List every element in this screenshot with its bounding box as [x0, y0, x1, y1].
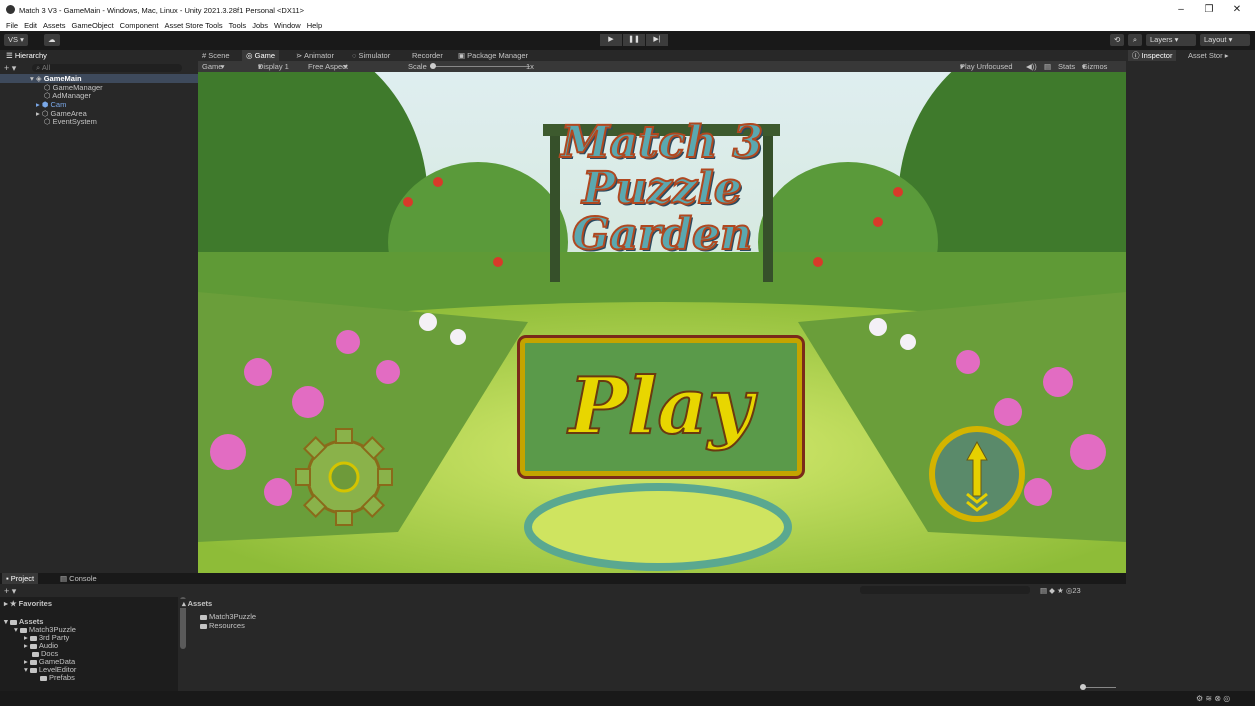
tab-recorder[interactable]: Recorder — [408, 50, 447, 61]
create-icon[interactable]: + ▾ — [4, 586, 16, 597]
game-toolbar: Game ▾ Display 1 ▾ Free Aspect ▾ Scale 1… — [198, 61, 1126, 72]
unity-logo-icon — [6, 5, 15, 14]
menu-edit[interactable]: Edit — [24, 20, 37, 31]
bottom-tab-bar: ▪ Project ▤ Console — [0, 573, 1126, 584]
title-line-2: Puzzle — [581, 163, 743, 214]
tab-asset-store[interactable]: Asset Stor ▸ — [1184, 50, 1232, 61]
add-icon[interactable]: + ▾ — [4, 63, 16, 74]
project-breadcrumb[interactable]: ▴ Assets — [178, 599, 1126, 608]
inspector-tab-bar: ⓘ Inspector Asset Stor ▸ — [1126, 50, 1255, 61]
tab-hierarchy[interactable]: ☰ Hierarchy — [2, 50, 51, 61]
stats-icon[interactable]: ▤ — [1044, 61, 1051, 72]
status-bar: ⚙ ≋ ⊗ ◎ — [0, 691, 1255, 706]
menu-asset-store-tools[interactable]: Asset Store Tools — [164, 20, 222, 31]
status-icons[interactable]: ⚙ ≋ ⊗ ◎ — [1196, 694, 1230, 703]
gizmos-dropdown[interactable]: Gizmos ▾ — [1082, 61, 1107, 72]
hierarchy-panel: ☰ Hierarchy + ▾ ⌕ All ▾ ◈ GameMain ⬡ Gam… — [0, 50, 198, 573]
project-folder-tree: ▸ ★ Favorites ▾ Assets ▾ Match3Puzzle ▸ … — [0, 597, 186, 691]
maximize-button[interactable]: ❐ — [1196, 2, 1222, 18]
title-line-1: Match 3 — [560, 117, 764, 168]
menu-assets[interactable]: Assets — [43, 20, 66, 31]
menu-gameobject[interactable]: GameObject — [72, 20, 114, 31]
mute-audio-icon[interactable]: ◀)) — [1026, 61, 1037, 72]
layers-dropdown[interactable]: Layers ▾ — [1146, 34, 1196, 46]
step-button[interactable]: ▶| — [646, 34, 668, 46]
tab-project[interactable]: ▪ Project — [2, 573, 39, 584]
inspector-panel: ⓘ Inspector Asset Stor ▸ — [1126, 50, 1255, 691]
asset-folder-match3puzzle[interactable]: Match3Puzzle — [200, 613, 256, 621]
tab-console[interactable]: ▤ Console — [56, 573, 101, 584]
display-dropdown[interactable]: Display 1 ▾ — [258, 61, 289, 72]
menu-file[interactable]: File — [6, 20, 18, 31]
game-panel: # Scene ◎ Game ⋗ Animator ◌ Simulator Re… — [198, 50, 1126, 573]
settings-gear-icon — [295, 428, 393, 526]
hierarchy-item-eventsystem[interactable]: ⬡ EventSystem — [0, 117, 198, 126]
stats-button[interactable]: Stats — [1058, 61, 1075, 72]
menu-jobs[interactable]: Jobs — [252, 20, 268, 31]
hierarchy-header: ☰ Hierarchy — [0, 50, 198, 61]
asset-folder-resources[interactable]: Resources — [200, 622, 245, 630]
hierarchy-item-admanager[interactable]: ⬡ AdManager — [0, 91, 198, 100]
tab-inspector[interactable]: ⓘ Inspector — [1128, 50, 1177, 61]
hierarchy-toolbar: + ▾ ⌕ All — [0, 62, 198, 73]
scale-label: Scale — [408, 62, 427, 71]
history-icon[interactable]: ⟲ — [1110, 34, 1124, 46]
project-search-input[interactable] — [860, 586, 1030, 594]
search-icon[interactable]: ⌕ — [1128, 34, 1142, 46]
scale-slider[interactable] — [430, 66, 530, 67]
game-view[interactable]: Match 3 Puzzle Garden Play — [198, 72, 1126, 573]
play-focus-dropdown[interactable]: Play Unfocused ▾ — [960, 61, 1013, 72]
tab-game[interactable]: ◎ Game — [242, 50, 280, 61]
up-arrow-icon — [929, 426, 1025, 522]
game-title-logo: Match 3 Puzzle Garden — [532, 117, 792, 260]
favorites-item[interactable]: ▸ ★ Favorites — [4, 600, 52, 608]
minimize-button[interactable]: – — [1168, 2, 1194, 18]
aspect-dropdown[interactable]: Free Aspect ▾ — [308, 61, 348, 72]
tab-simulator[interactable]: ◌ Simulator — [348, 50, 394, 61]
window-titlebar: Match 3 V3 - GameMain - Windows, Mac, Li… — [0, 0, 1255, 20]
tab-package-manager[interactable]: ▣ Package Manager — [454, 50, 532, 61]
menu-component[interactable]: Component — [120, 20, 159, 31]
menu-bar: File Edit Assets GameObject Component Asset S… — [0, 20, 1255, 31]
project-filter-icons[interactable]: ▤ ◆ ★ ◎23 — [1040, 586, 1081, 595]
play-button[interactable]: ▶ — [600, 34, 622, 46]
tab-scene[interactable]: # Scene — [198, 50, 234, 61]
tree-item-prefabs[interactable]: Prefabs — [40, 674, 75, 682]
cloud-icon[interactable]: ☁ — [44, 34, 60, 46]
play-button-game[interactable]: Play — [520, 338, 802, 476]
title-line-3: Garden — [571, 209, 753, 260]
menu-window[interactable]: Window — [274, 20, 301, 31]
project-panel: ▪ Project ▤ Console + ▾ ▤ ◆ ★ ◎23 ▸ ★ Fa… — [0, 573, 1126, 691]
game-mode-dropdown[interactable]: Game ▾ — [202, 61, 225, 72]
main-toolbar: VS ▾ ☁ ▶ ❚❚ ▶| ⟲ ⌕ Layers ▾ Layout ▾ — [0, 31, 1255, 49]
hierarchy-item-gamemain[interactable]: ▾ ◈ GameMain — [0, 74, 198, 83]
icon-size-slider-thumb[interactable] — [1080, 684, 1086, 690]
pause-button[interactable]: ❚❚ — [623, 34, 645, 46]
close-button[interactable]: ✕ — [1224, 2, 1250, 18]
scale-value: 1x — [526, 62, 534, 71]
menu-tools[interactable]: Tools — [229, 20, 247, 31]
window-title: Match 3 V3 - GameMain - Windows, Mac, Li… — [19, 6, 304, 15]
tab-animator[interactable]: ⋗ Animator — [292, 50, 338, 61]
account-dropdown[interactable]: VS ▾ — [4, 34, 28, 46]
hierarchy-item-cam[interactable]: ▸ ⬢ Cam — [0, 100, 198, 109]
hierarchy-search-input[interactable]: ⌕ All — [32, 64, 182, 72]
menu-help[interactable]: Help — [307, 20, 322, 31]
layout-dropdown[interactable]: Layout ▾ — [1200, 34, 1250, 46]
center-tab-bar: # Scene ◎ Game ⋗ Animator ◌ Simulator Re… — [198, 50, 1126, 61]
scale-slider-thumb[interactable] — [430, 63, 436, 69]
